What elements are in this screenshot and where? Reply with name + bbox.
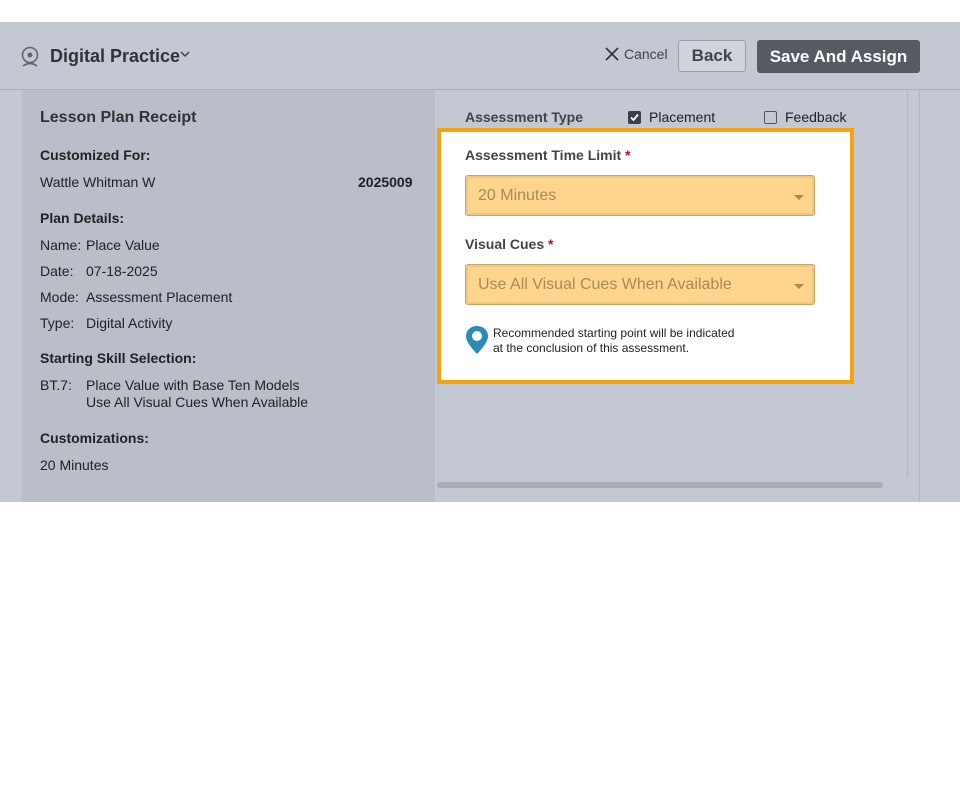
note-line-2: at the conclusion of this assessment. <box>493 341 690 355</box>
close-icon <box>605 47 619 61</box>
date-label: Date: <box>40 263 74 279</box>
horizontal-scrollbar[interactable] <box>437 482 883 488</box>
cancel-label: Cancel <box>624 46 668 62</box>
mode-value: Assessment Placement <box>86 289 233 305</box>
skill-name: Place Value with Base Ten Models <box>86 377 300 393</box>
map-pin-icon <box>466 326 488 354</box>
customization-value: 20 Minutes <box>40 457 109 473</box>
feedback-checkbox[interactable] <box>764 111 777 124</box>
date-value: 07-18-2025 <box>86 263 158 279</box>
time-limit-select[interactable]: 20 Minutes <box>465 175 815 216</box>
required-marker: * <box>548 236 554 252</box>
time-limit-label: Assessment Time Limit * <box>465 147 630 163</box>
webcam-icon <box>21 46 39 67</box>
checkmark-icon <box>630 113 639 122</box>
plan-details-label: Plan Details: <box>40 210 125 226</box>
type-label: Type: <box>40 315 75 331</box>
placement-checkbox[interactable] <box>628 111 641 124</box>
type-value: Digital Activity <box>86 315 173 331</box>
caret-down-icon <box>794 195 804 200</box>
back-button[interactable]: Back <box>678 40 746 72</box>
app-title[interactable]: Digital Practice <box>50 46 180 67</box>
time-limit-value: 20 Minutes <box>478 187 557 204</box>
customized-for-label: Customized For: <box>40 147 151 163</box>
student-id: 2025009 <box>358 174 413 190</box>
required-marker: * <box>625 147 631 163</box>
lesson-plan-receipt: Lesson Plan Receipt Customized For: Watt… <box>22 90 435 502</box>
highlighted-settings-box: Assessment Time Limit * 20 Minutes Visua… <box>437 128 854 384</box>
visual-cues-label-text: Visual Cues <box>465 236 545 252</box>
student-name: Wattle Whitman W <box>40 174 156 190</box>
name-label: Name: <box>40 237 82 253</box>
visual-cues-value: Use All Visual Cues When Available <box>478 276 732 293</box>
assessment-type-label: Assessment Type <box>465 109 584 125</box>
cancel-button[interactable]: Cancel <box>604 46 668 62</box>
starting-skill-label: Starting Skill Selection: <box>40 350 197 366</box>
skill-visual-cue: Use All Visual Cues When Available <box>86 394 309 410</box>
visual-cues-label: Visual Cues * <box>465 236 553 252</box>
visual-cues-select[interactable]: Use All Visual Cues When Available <box>465 264 815 305</box>
time-limit-label-text: Assessment Time Limit <box>465 147 622 163</box>
dialog-header: Digital Practice Cancel Back Save And As… <box>0 22 960 90</box>
skill-code: BT.7: <box>40 377 72 393</box>
name-value: Place Value <box>86 237 160 253</box>
save-and-assign-button[interactable]: Save And Assign <box>757 40 920 73</box>
note-line-1: Recommended starting point will be indic… <box>493 326 735 340</box>
panel-divider <box>919 90 920 502</box>
customizations-label: Customizations: <box>40 430 149 446</box>
caret-down-icon <box>794 284 804 289</box>
placement-label[interactable]: Placement <box>649 109 715 125</box>
recommendation-note: Recommended starting point will be indic… <box>493 326 793 356</box>
mode-label: Mode: <box>40 289 79 305</box>
chevron-down-icon[interactable] <box>179 48 191 60</box>
feedback-label[interactable]: Feedback <box>785 109 846 125</box>
receipt-title: Lesson Plan Receipt <box>40 109 197 126</box>
